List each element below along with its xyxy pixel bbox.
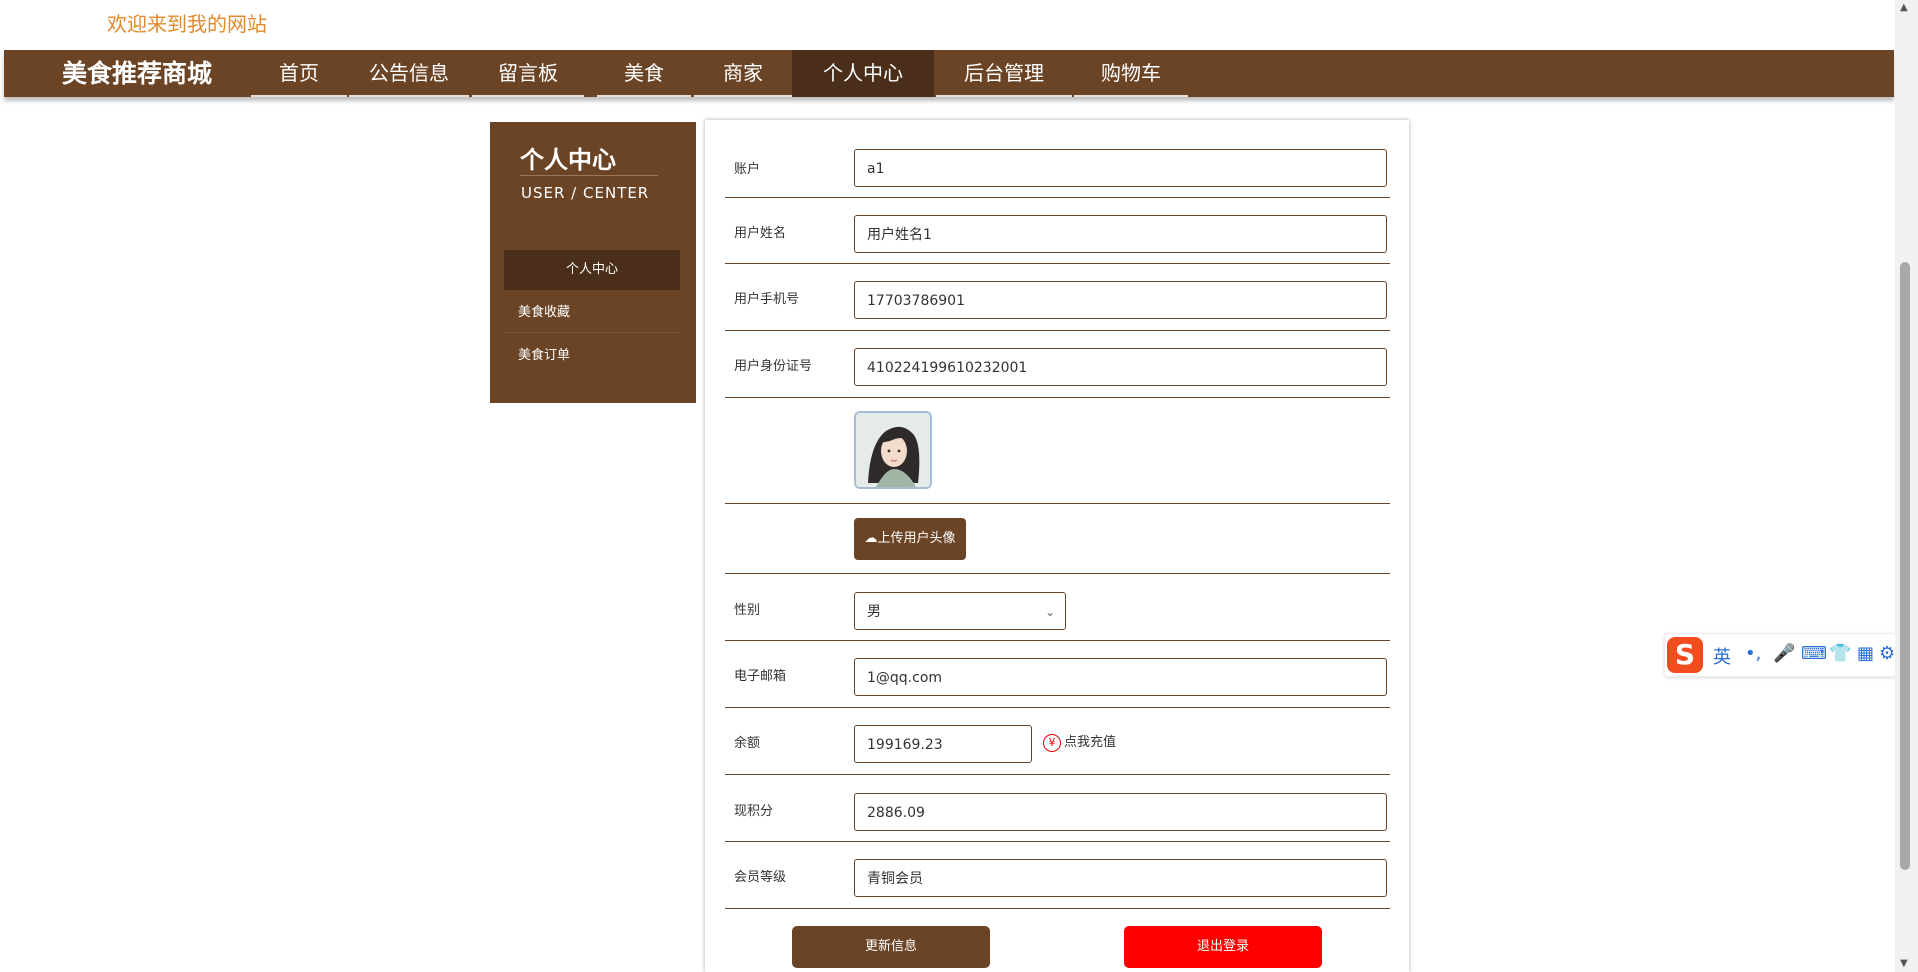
welcome-text: 欢迎来到我的网站 <box>107 12 267 36</box>
form-row-account: 账户 a1 <box>725 120 1390 198</box>
points-field[interactable]: 2886.09 <box>854 793 1387 831</box>
upload-avatar-button[interactable]: ☁上传用户头像 <box>854 518 966 560</box>
balance-field: 199169.23 <box>854 725 1032 763</box>
nav-message-board[interactable]: 留言板 <box>472 50 584 97</box>
profile-form-panel: 账户 a1 用户姓名 用户姓名1 用户手机号 17703786901 用户身份证… <box>705 120 1409 972</box>
cloud-upload-icon: ☁ <box>864 531 878 546</box>
ime-mode-toggle[interactable]: 英 <box>1713 643 1731 669</box>
form-row-points: 现积分 2886.09 <box>725 774 1390 842</box>
yen-icon: ¥ <box>1043 733 1061 752</box>
logout-button[interactable]: 退出登录 <box>1124 926 1322 968</box>
upload-avatar-label: 上传用户头像 <box>877 531 956 546</box>
email-field[interactable]: 1@qq.com <box>854 658 1387 696</box>
top-navbar: 美食推荐商城 首页 公告信息 留言板 美食 商家 个人中心 后台管理 购物车 <box>4 50 1894 97</box>
form-row-idcard: 用户身份证号 410224199610232001 <box>725 330 1390 398</box>
name-label: 用户姓名 <box>734 226 787 241</box>
scroll-down-arrow-icon[interactable]: ▼ <box>1900 958 1908 969</box>
form-row-upload: ☁上传用户头像 <box>725 503 1390 574</box>
form-row-email: 电子邮箱 1@qq.com <box>725 640 1390 708</box>
ime-toolbar: S 英 •, 🎤 ⌨ 👕 ▦ ⚙ <box>1664 633 1896 677</box>
nav-food[interactable]: 美食 <box>597 50 691 97</box>
form-row-avatar <box>725 397 1390 504</box>
idcard-label: 用户身份证号 <box>734 359 813 374</box>
skin-shirt-icon[interactable]: 👕 <box>1829 643 1851 664</box>
level-field[interactable]: 青铜会员 <box>854 859 1387 897</box>
points-label: 现积分 <box>734 804 774 819</box>
phone-field[interactable]: 17703786901 <box>854 281 1387 319</box>
name-field[interactable]: 用户姓名1 <box>854 215 1387 253</box>
apps-grid-icon[interactable]: ▦ <box>1857 643 1874 664</box>
form-row-gender: 性别 男 ⌄ <box>725 573 1390 641</box>
scrollbar-thumb[interactable] <box>1900 262 1910 870</box>
sidebar-title: 个人中心 <box>520 146 616 174</box>
level-label: 会员等级 <box>734 870 787 885</box>
keyboard-icon[interactable]: ⌨ <box>1801 643 1827 664</box>
gender-select[interactable]: 男 ⌄ <box>854 592 1066 630</box>
idcard-field[interactable]: 410224199610232001 <box>854 348 1387 386</box>
sidebar-item-personal-center[interactable]: 个人中心 <box>504 250 680 290</box>
microphone-icon[interactable]: 🎤 <box>1773 643 1795 664</box>
site-brand[interactable]: 美食推荐商城 <box>62 50 212 97</box>
gender-selected-value: 男 <box>867 604 881 620</box>
recharge-label: 点我充值 <box>1064 735 1117 750</box>
nav-announcements[interactable]: 公告信息 <box>349 50 469 97</box>
avatar-image <box>856 413 930 487</box>
recharge-link[interactable]: ¥ 点我充值 <box>1043 731 1116 752</box>
phone-label: 用户手机号 <box>734 292 800 307</box>
gender-label: 性别 <box>734 603 761 618</box>
account-field[interactable]: a1 <box>854 149 1387 187</box>
sidebar-item-food-orders[interactable]: 美食订单 <box>504 336 680 376</box>
nav-admin[interactable]: 后台管理 <box>936 50 1072 97</box>
nav-home[interactable]: 首页 <box>251 50 347 97</box>
update-info-button[interactable]: 更新信息 <box>792 926 990 968</box>
sidebar-item-food-favorites[interactable]: 美食收藏 <box>504 293 680 333</box>
form-row-phone: 用户手机号 17703786901 <box>725 263 1390 331</box>
sidebar-subtitle: USER / CENTER <box>521 184 650 202</box>
balance-label: 余额 <box>734 736 761 751</box>
form-row-balance: 余额 199169.23 ¥ 点我充值 <box>725 707 1390 775</box>
form-row-name: 用户姓名 用户姓名1 <box>725 197 1390 264</box>
punctuation-icon[interactable]: •, <box>1745 643 1761 664</box>
email-label: 电子邮箱 <box>734 669 787 684</box>
settings-gear-icon[interactable]: ⚙ <box>1879 643 1895 664</box>
user-avatar <box>854 411 932 489</box>
account-label: 账户 <box>734 162 761 177</box>
chevron-down-icon: ⌄ <box>1044 605 1055 619</box>
nav-cart[interactable]: 购物车 <box>1074 50 1188 97</box>
sidebar: 个人中心 USER / CENTER 个人中心 美食收藏 美食订单 <box>490 122 696 403</box>
nav-merchants[interactable]: 商家 <box>694 50 792 97</box>
sidebar-divider <box>520 175 658 176</box>
scroll-up-arrow-icon[interactable]: ▲ <box>1900 2 1908 13</box>
sogou-logo-icon[interactable]: S <box>1667 637 1703 673</box>
nav-personal-center[interactable]: 个人中心 <box>792 50 934 97</box>
form-row-level: 会员等级 青铜会员 <box>725 841 1390 909</box>
